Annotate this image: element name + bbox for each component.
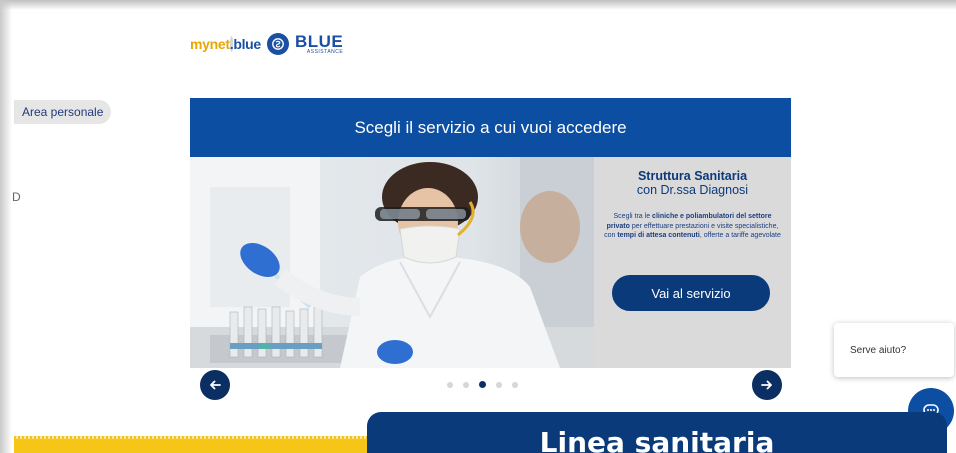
top-shadow xyxy=(0,0,956,10)
mynet-wordmark: mynet.blue xyxy=(190,36,261,52)
lab-researcher-photo xyxy=(190,157,594,368)
left-edge-glyph: D xyxy=(12,190,21,204)
brand-name: BLUE xyxy=(294,32,344,51)
left-shadow xyxy=(0,0,12,453)
panel-header-title: Scegli il servizio a cui vuoi accedere xyxy=(190,98,791,157)
carousel-dot-active[interactable] xyxy=(479,381,486,388)
area-personale-button[interactable]: Area personale xyxy=(14,100,112,124)
carousel-dot[interactable] xyxy=(496,381,502,388)
yellow-banner-strip xyxy=(14,436,370,453)
carousel-dot[interactable] xyxy=(463,381,469,388)
service-subtitle: con Dr.ssa Diagnosi xyxy=(636,183,749,197)
service-info-box: Struttura Sanitaria con Dr.ssa Diagnosi … xyxy=(594,157,791,368)
mynet-blue-logo[interactable]: mynet.blue BLUE ASSISTANCE xyxy=(190,30,343,58)
service-carousel-panel: Scegli il servizio a cui vuoi accedere S… xyxy=(190,98,791,368)
carousel-next-button[interactable] xyxy=(752,370,782,400)
carousel-prev-button[interactable] xyxy=(200,370,230,400)
linea-sanitaria-card[interactable]: Linea sanitaria xyxy=(367,412,947,453)
arrow-right-icon xyxy=(761,380,772,390)
carousel-dot[interactable] xyxy=(512,381,518,388)
help-prompt-card[interactable]: Serve aiuto? xyxy=(834,323,954,377)
brand-tagline: ASSISTANCE xyxy=(306,49,344,55)
blue-assistance-emblem-icon xyxy=(266,33,289,55)
service-description: Scegli tra le cliniche e poliambulatori … xyxy=(604,213,781,239)
page: mynet.blue BLUE ASSISTANCE Area personal… xyxy=(0,0,956,453)
arrow-left-icon xyxy=(210,380,221,390)
vai-al-servizio-button[interactable]: Vai al servizio xyxy=(612,275,770,311)
service-title: Struttura Sanitaria xyxy=(637,169,748,183)
carousel-dot[interactable] xyxy=(447,381,453,388)
linea-sanitaria-title: Linea sanitaria xyxy=(539,426,775,453)
carousel-dots xyxy=(447,381,518,388)
blue-assistance-wordmark: BLUE ASSISTANCE xyxy=(295,33,343,55)
